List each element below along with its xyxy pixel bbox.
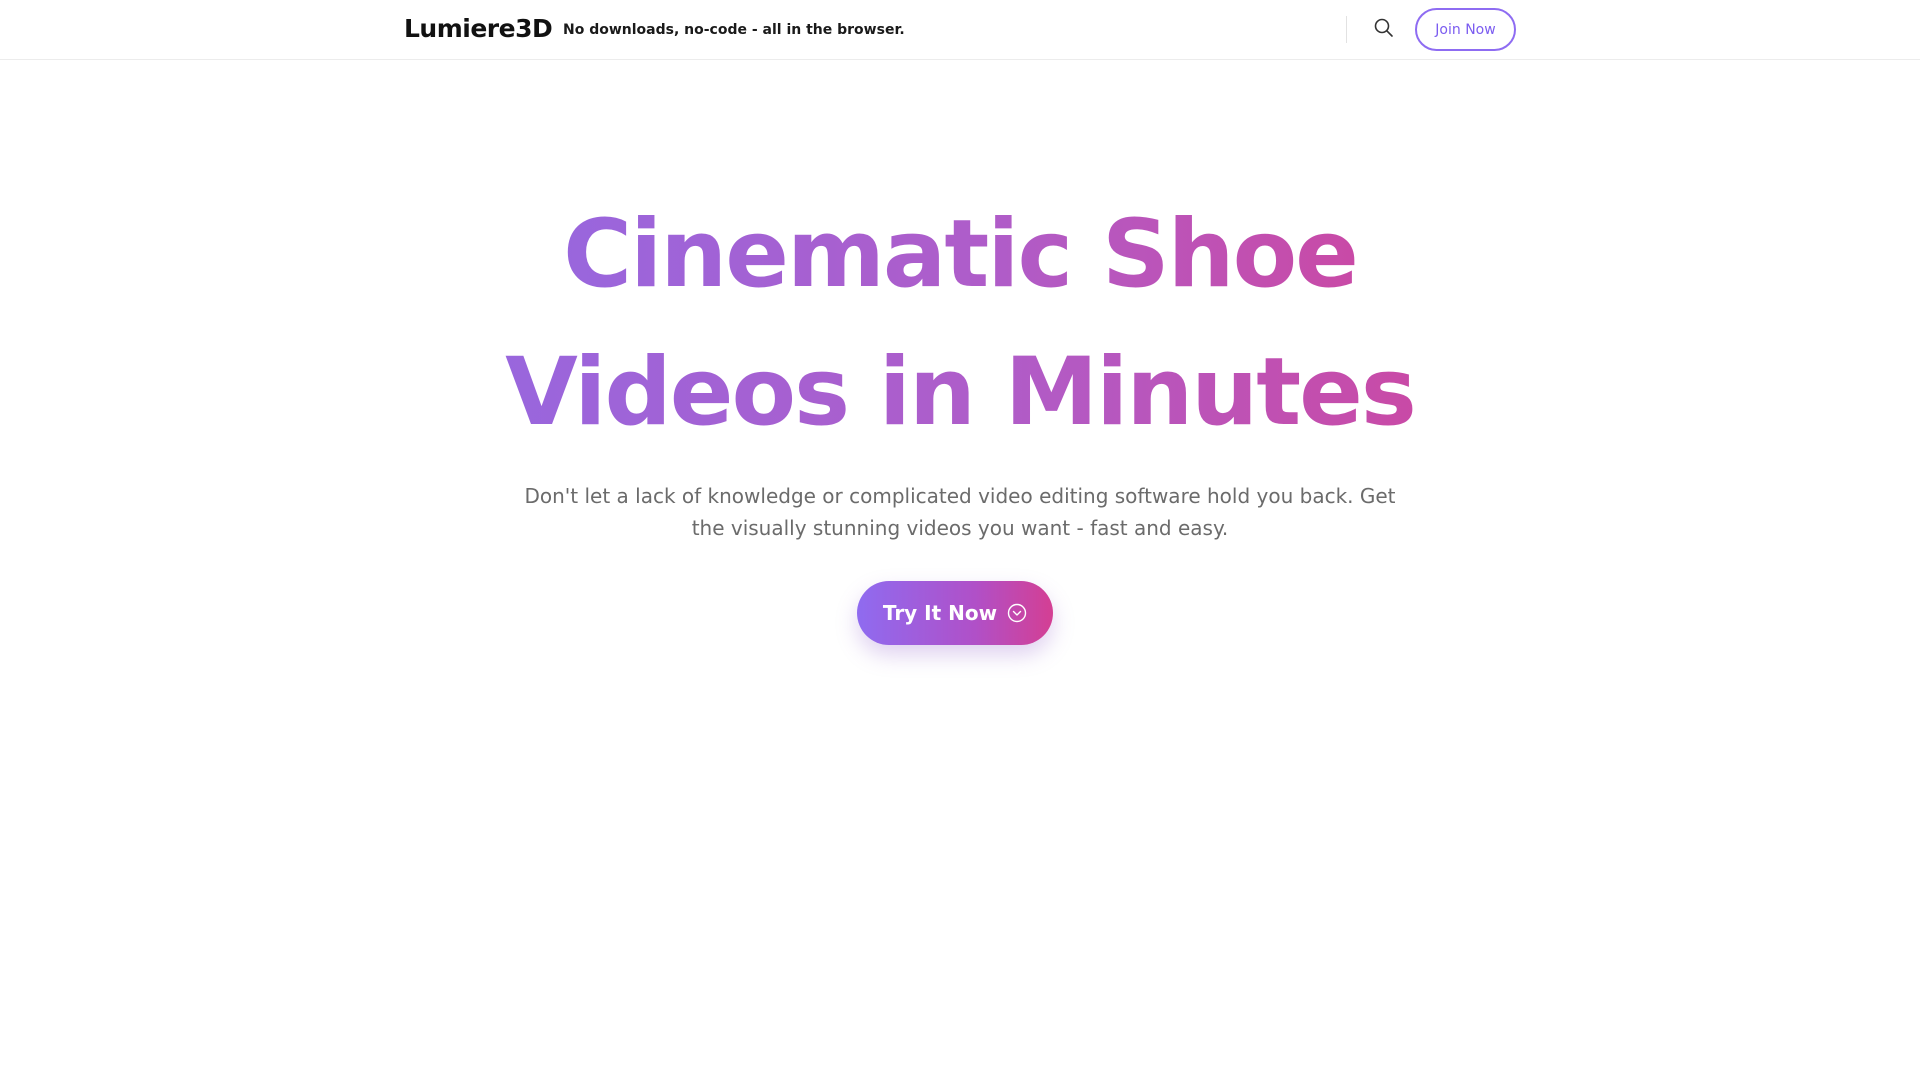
try-it-now-button[interactable]: Try It Now: [857, 581, 1053, 645]
hero-title-line-1: Cinematic Shoe: [563, 200, 1359, 309]
hero-subtitle: Don't let a lack of knowledge or complic…: [524, 484, 1396, 540]
search-button[interactable]: [1372, 16, 1396, 40]
hero-title: Cinematic Shoe Videos in Minutes: [0, 186, 1920, 462]
brand-logo[interactable]: Lumiere3D: [404, 13, 553, 45]
header-tagline: No downloads, no-code - all in the brows…: [563, 22, 905, 38]
top-navigation-bar: Lumiere3D No downloads, no-code - all in…: [0, 0, 1920, 60]
join-now-button[interactable]: Join Now: [1415, 8, 1516, 51]
hero-title-line-2: Videos in Minutes: [505, 338, 1417, 447]
try-it-now-label: Try It Now: [882, 601, 998, 625]
header-divider: [1346, 16, 1347, 43]
chevron-down-circle-icon: [1007, 603, 1027, 623]
search-icon: [1374, 18, 1393, 37]
